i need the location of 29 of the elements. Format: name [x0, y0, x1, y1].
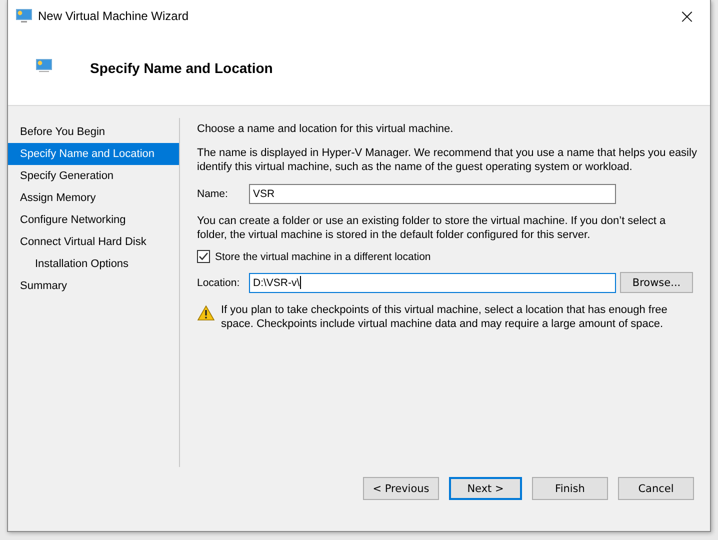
location-field[interactable]: D:\VSR-v\ — [249, 272, 616, 292]
wizard-step[interactable]: Specify Generation — [8, 165, 179, 187]
wizard-step[interactable]: Specify Name and Location — [8, 143, 179, 165]
wizard-step[interactable]: Connect Virtual Hard Disk — [8, 231, 179, 253]
close-button[interactable]: × — [664, 0, 710, 31]
wizard-step[interactable]: Assign Memory — [8, 187, 179, 209]
wizard-step[interactable]: Summary — [8, 275, 179, 297]
warning-icon — [197, 305, 215, 321]
wizard-button[interactable]: Finish — [532, 477, 608, 500]
monitor-icon — [36, 59, 52, 73]
wizard-step[interactable]: Installation Options — [8, 253, 179, 275]
wizard-button[interactable]: Cancel — [618, 477, 694, 500]
field-label: Name: — [197, 188, 229, 200]
checkbox-label[interactable]: Store the virtual machine in a different location — [215, 250, 431, 262]
name-field[interactable]: VSR — [249, 184, 616, 204]
monitor-icon — [16, 8, 32, 22]
checkbox[interactable] — [197, 250, 210, 263]
field-label: Location: — [197, 276, 241, 288]
browse-button[interactable]: Browse... — [620, 272, 693, 293]
wizard-step[interactable]: Configure Networking — [8, 209, 179, 231]
warning-text: If you plan to take checkpoints of this virtual machine, select a location that has enough free space. Checkpoints include virtual machine data and may require a large amount of space. — [221, 303, 668, 331]
page-heading: Specify Name and Location — [90, 60, 273, 76]
wizard-button[interactable]: < Previous — [363, 477, 439, 500]
wizard-step[interactable]: Before You Begin — [8, 121, 179, 143]
window-title: New Virtual Machine Wizard — [38, 8, 188, 22]
help-text: The name is displayed in Hyper-V Manager. We recommend that you use a name that helps you easily identify this virtual machine, such as the name of the guest operating system or workload. — [197, 146, 697, 174]
help-text: You can create a folder or use an existing folder to store the virtual machine. If you don’t select a folder, the virtual machine is stored in the default folder configured for this server. — [197, 214, 667, 242]
intro-text: Choose a name and location for this virtual machine. — [197, 122, 454, 136]
wizard-button[interactable]: Next > — [449, 477, 522, 500]
